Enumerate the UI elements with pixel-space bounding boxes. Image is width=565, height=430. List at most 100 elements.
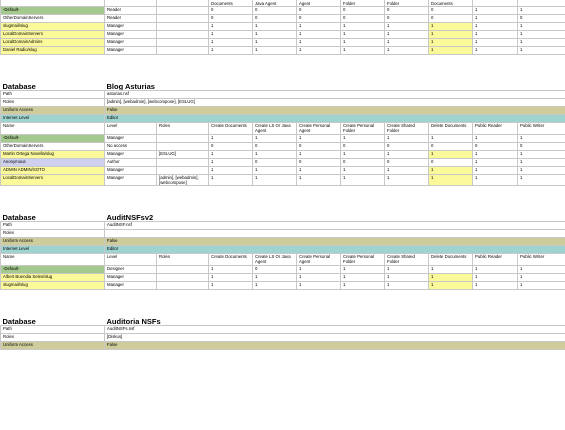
entry-name: slugmail/slug (0, 281, 105, 290)
path-value: AuditNSF.nsf (104, 221, 565, 230)
header-roles: Roles (156, 253, 209, 266)
entry-create-shared-folder: 1 (384, 273, 429, 282)
entry-create-personal-agent: 1 (296, 174, 341, 186)
entry-public-reader: 1 (472, 281, 518, 290)
entry-name: Anonymous (0, 158, 105, 167)
section-gap (1, 186, 565, 207)
entry-create-personal-folder: 0 (340, 6, 385, 15)
entry-roles (156, 30, 209, 39)
uniform-access-row: Uniform Access False (0, 106, 565, 115)
entry-create-ls-agent: 1 (252, 166, 297, 175)
entry-create-personal-agent: 1 (296, 22, 341, 31)
database-label: Database (2, 82, 36, 91)
entry-create-ls-agent: 1 (252, 30, 297, 39)
internet-level-value: Editor (104, 245, 565, 254)
entry-create-personal-agent: 0 (296, 142, 341, 151)
header-delete-documents: Delete Documents (428, 253, 473, 266)
entry-public-reader: 1 (472, 22, 518, 31)
path-value: AuditNSFs.nsf (104, 325, 565, 334)
entry-create-shared-folder: 1 (384, 38, 429, 47)
entry-create-personal-folder: 1 (340, 166, 385, 175)
entry-delete-documents: 1 (428, 30, 473, 39)
entry-level: No access (104, 142, 157, 151)
entry-level: Reader (104, 14, 157, 23)
entry-public-writer: 1 (517, 174, 565, 186)
acl-entry-row: -Default- Manager 1 1 1 1 1 1 1 1 (0, 134, 565, 143)
entry-create-ls-agent: 0 (252, 158, 297, 167)
entry-create-shared-folder: 1 (384, 166, 429, 175)
entry-create-documents: 1 (208, 273, 253, 282)
database-heading-row: Database AuditNSFsv2 (1, 206, 565, 222)
roles-row: Roles [admin], [webadmin], [webcompose], … (0, 98, 565, 107)
uniform-access-value: False (104, 237, 565, 246)
database-label: Database (2, 213, 36, 222)
entry-delete-documents: 0 (428, 142, 473, 151)
entry-delete-documents: 1 (428, 281, 473, 290)
entry-delete-documents: 1 (428, 265, 473, 274)
entry-public-writer: 1 (517, 30, 565, 39)
acl-entry-row: Martin Ortega Novella/slug Manager [ESLUG]… (0, 150, 565, 159)
entry-public-writer: 1 (517, 22, 565, 31)
roles-value: [admin], [webadmin], [webcompose], [ESLU… (104, 98, 565, 107)
path-label: Path (0, 221, 105, 230)
entry-public-reader: 1 (472, 46, 518, 55)
internet-level-value: Editor (104, 114, 565, 123)
entry-delete-documents: 0 (428, 14, 473, 23)
header-name: Name (0, 122, 105, 135)
entry-create-personal-folder: 1 (340, 22, 385, 31)
header-create-personal-agent: Create Personal Agent (296, 253, 341, 266)
entry-create-documents: 1 (208, 134, 253, 143)
roles-label: Roles (0, 229, 105, 238)
header-public-reader: Public Reader (472, 253, 518, 266)
entry-create-documents: 1 (208, 30, 253, 39)
internet-level-label: Internet Level (0, 245, 105, 254)
roles-value: [Diskus] (104, 333, 565, 342)
entry-public-writer: 0 (517, 14, 565, 23)
entry-roles (156, 273, 209, 282)
header-create-ls-agent: Create LS Or Java Agent (252, 122, 297, 135)
spacer (1, 290, 565, 311)
entry-create-documents: 1 (208, 158, 253, 167)
database-heading-row: Database Auditoria NSFs (1, 310, 565, 326)
path-value: asturias.nsf (104, 90, 565, 99)
path-label: Path (0, 90, 105, 99)
entry-public-writer: 1 (517, 6, 565, 15)
section-gap (1, 290, 565, 311)
header-create-documents: Create Documents (208, 253, 253, 266)
entry-public-writer: 1 (517, 273, 565, 282)
path-label: Path (0, 325, 105, 334)
entry-create-ls-agent: 1 (252, 174, 297, 186)
acl-entry-row: LocalDomainServers Manager 1 1 1 1 1 1 1 1 (0, 30, 565, 39)
entry-public-writer: 1 (517, 166, 565, 175)
entry-create-shared-folder: 1 (384, 30, 429, 39)
entry-create-ls-agent: 0 (252, 265, 297, 274)
entry-public-writer: 1 (517, 158, 565, 167)
acl-header-row: Name Level Roles Create Documents Create LS … (0, 253, 565, 266)
entry-create-ls-agent: 0 (252, 6, 297, 15)
spacer (1, 186, 565, 207)
entry-create-shared-folder: 1 (384, 22, 429, 31)
entry-create-documents: 1 (208, 46, 253, 55)
entry-create-personal-folder: 1 (340, 281, 385, 290)
entry-delete-documents: 1 (428, 166, 473, 175)
entry-create-personal-folder: 1 (340, 46, 385, 55)
entry-name: Martin Ortega Novella/slug (0, 150, 105, 159)
header-delete-documents: Delete Documents (428, 122, 473, 135)
acl-entry-row: OtherDomainServers No access 0 0 0 0 0 0 0 0 (0, 142, 565, 151)
entry-public-reader: 1 (472, 174, 518, 186)
roles-label: Roles (0, 333, 105, 342)
header-public-reader: Public Reader (472, 122, 518, 135)
entry-roles (156, 265, 209, 274)
entry-public-writer: 1 (517, 281, 565, 290)
acl-entry-row: LocalDomainAdmins Manager 1 1 1 1 1 1 1 1 (0, 38, 565, 47)
entry-public-writer: 1 (517, 38, 565, 47)
entry-create-shared-folder: 1 (384, 46, 429, 55)
entry-create-ls-agent: 1 (252, 273, 297, 282)
entry-delete-documents: 1 (428, 46, 473, 55)
entry-create-personal-folder: 0 (340, 158, 385, 167)
entry-name: OtherDomainServers (0, 14, 105, 23)
entry-roles (156, 38, 209, 47)
entry-create-ls-agent: 0 (252, 14, 297, 23)
header-create-personal-agent: Create Personal Agent (296, 122, 341, 135)
database-title: AuditNSFsv2 (106, 213, 154, 222)
